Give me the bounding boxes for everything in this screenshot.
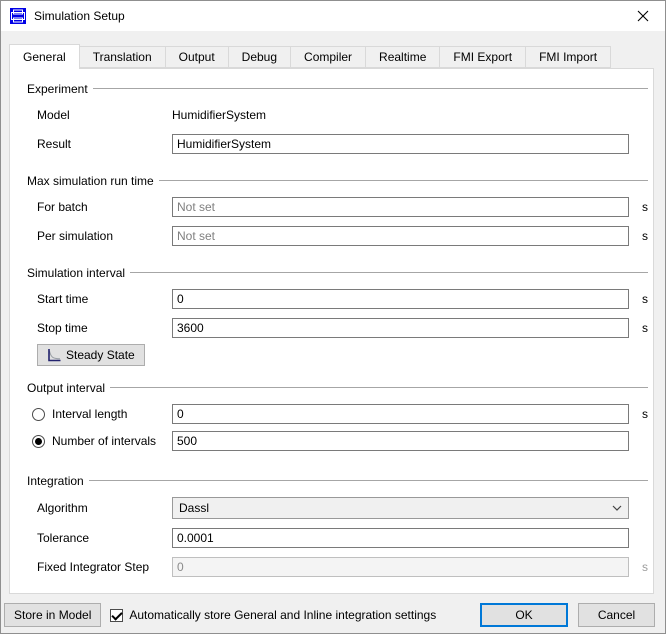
- result-input[interactable]: [172, 134, 629, 154]
- tab-compiler[interactable]: Compiler: [290, 46, 366, 68]
- start-time-row: Start time s: [37, 289, 648, 309]
- start-time-input[interactable]: [172, 289, 629, 309]
- model-label: Model: [37, 108, 172, 122]
- section-max-run-time-title: Max simulation run time: [27, 174, 154, 188]
- interval-length-radio[interactable]: [32, 408, 45, 421]
- general-tab-panel: Experiment Model HumidifierSystem Result…: [9, 68, 654, 594]
- steady-state-button[interactable]: Steady State: [37, 344, 145, 366]
- section-simulation-interval-title: Simulation interval: [27, 266, 125, 280]
- for-batch-unit: s: [629, 200, 648, 214]
- close-button[interactable]: [621, 1, 665, 30]
- title-bar: Simulation Setup: [1, 1, 665, 31]
- window-title: Simulation Setup: [34, 9, 125, 23]
- section-simulation-interval: Simulation interval Start time s Stop ti…: [27, 265, 648, 366]
- section-experiment: Experiment Model HumidifierSystem Result: [27, 81, 648, 154]
- per-simulation-input[interactable]: [172, 226, 629, 246]
- for-batch-label: For batch: [37, 200, 172, 214]
- tab-fmi-import-label: FMI Import: [539, 50, 597, 64]
- algorithm-select[interactable]: Dassl: [172, 497, 629, 519]
- tab-fmi-export-label: FMI Export: [453, 50, 512, 64]
- chevron-down-icon: [612, 505, 622, 511]
- for-batch-input[interactable]: [172, 197, 629, 217]
- tab-general[interactable]: General: [9, 44, 80, 69]
- store-in-model-button[interactable]: Store in Model: [4, 603, 101, 627]
- tab-fmi-export[interactable]: FMI Export: [439, 46, 526, 68]
- section-integration: Integration Algorithm Dassl Tolerance: [27, 473, 648, 577]
- number-of-intervals-input[interactable]: [172, 431, 629, 451]
- per-simulation-row: Per simulation s: [37, 226, 648, 246]
- tab-translation-label: Translation: [93, 50, 152, 64]
- number-of-intervals-row: Number of intervals: [32, 431, 648, 451]
- section-experiment-title: Experiment: [27, 82, 88, 96]
- tab-realtime[interactable]: Realtime: [365, 46, 440, 68]
- interval-length-label: Interval length: [52, 407, 127, 421]
- model-value: HumidifierSystem: [172, 108, 629, 122]
- tab-debug-label: Debug: [242, 50, 277, 64]
- number-of-intervals-label: Number of intervals: [52, 434, 156, 448]
- tab-realtime-label: Realtime: [379, 50, 426, 64]
- section-output-interval: Output interval Interval length s Number…: [27, 380, 648, 451]
- algorithm-row: Algorithm Dassl: [37, 497, 648, 519]
- section-divider: [110, 387, 648, 388]
- section-max-run-time: Max simulation run time For batch s Per …: [27, 173, 648, 246]
- tolerance-label: Tolerance: [37, 531, 172, 545]
- auto-store-checkbox[interactable]: [110, 609, 123, 622]
- steady-state-plot-icon: [47, 348, 61, 362]
- interval-length-row: Interval length s: [32, 404, 648, 424]
- section-divider: [159, 180, 648, 181]
- tab-compiler-label: Compiler: [304, 50, 352, 64]
- section-divider: [130, 272, 648, 273]
- result-row: Result: [37, 134, 648, 154]
- auto-store-label: Automatically store General and Inline i…: [129, 608, 436, 622]
- model-row: Model HumidifierSystem: [37, 105, 648, 125]
- start-time-label: Start time: [37, 292, 172, 306]
- fixed-integrator-step-input: [172, 557, 629, 577]
- algorithm-selected-value: Dassl: [179, 501, 612, 515]
- stop-time-row: Stop time s: [37, 318, 648, 338]
- fixed-integrator-step-label: Fixed Integrator Step: [37, 560, 172, 574]
- interval-length-unit: s: [629, 407, 648, 421]
- section-divider: [89, 480, 648, 481]
- tolerance-row: Tolerance: [37, 528, 648, 548]
- close-icon: [637, 10, 649, 22]
- tab-bar: General Translation Output Debug Compile…: [9, 43, 665, 68]
- ok-button-label: OK: [515, 608, 532, 622]
- start-time-unit: s: [629, 292, 648, 306]
- tab-debug[interactable]: Debug: [228, 46, 291, 68]
- for-batch-row: For batch s: [37, 197, 648, 217]
- store-in-model-label: Store in Model: [14, 608, 91, 622]
- footer-bar: Store in Model Automatically store Gener…: [1, 594, 665, 634]
- fixed-integrator-step-row: Fixed Integrator Step s: [37, 557, 648, 577]
- algorithm-label: Algorithm: [37, 501, 172, 515]
- result-label: Result: [37, 137, 172, 151]
- cancel-button[interactable]: Cancel: [578, 603, 655, 627]
- simulation-setup-dialog: Simulation Setup General Translation Out…: [0, 0, 666, 634]
- steady-state-button-label: Steady State: [66, 348, 135, 362]
- tab-general-label: General: [23, 50, 66, 64]
- ok-button[interactable]: OK: [480, 603, 568, 627]
- per-simulation-label: Per simulation: [37, 229, 172, 243]
- tolerance-input[interactable]: [172, 528, 629, 548]
- stop-time-label: Stop time: [37, 321, 172, 335]
- tab-output-label: Output: [179, 50, 215, 64]
- section-divider: [93, 88, 648, 89]
- section-integration-title: Integration: [27, 474, 84, 488]
- number-of-intervals-radio[interactable]: [32, 435, 45, 448]
- tab-fmi-import[interactable]: FMI Import: [525, 46, 611, 68]
- fixed-integrator-step-unit: s: [629, 560, 648, 574]
- interval-length-input[interactable]: [172, 404, 629, 424]
- cancel-button-label: Cancel: [598, 608, 635, 622]
- simulation-setup-app-icon: [10, 8, 26, 24]
- stop-time-input[interactable]: [172, 318, 629, 338]
- tab-output[interactable]: Output: [165, 46, 229, 68]
- section-output-interval-title: Output interval: [27, 381, 105, 395]
- per-simulation-unit: s: [629, 229, 648, 243]
- stop-time-unit: s: [629, 321, 648, 335]
- tab-translation[interactable]: Translation: [79, 46, 166, 68]
